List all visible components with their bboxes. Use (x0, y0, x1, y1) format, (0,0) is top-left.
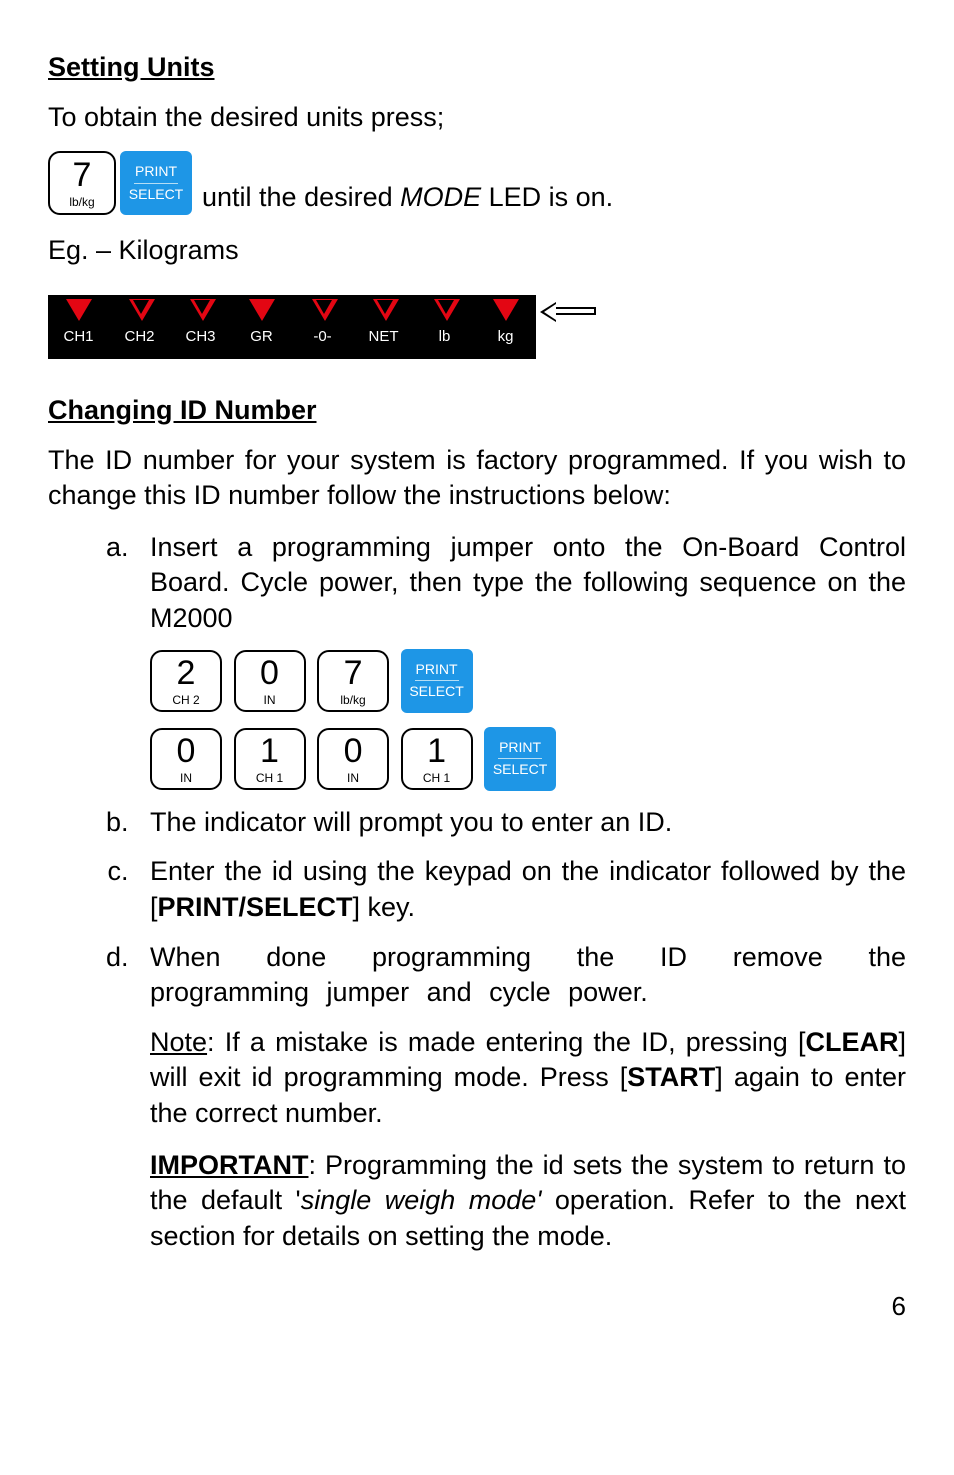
mode-led-bar: CH1 CH2 CH3 GR -0- NET lb kg (48, 295, 602, 359)
key-0-label: IN (264, 694, 276, 706)
press-sequence-line: 7 lb/kg PRINT SELECT until the desired M… (48, 151, 906, 215)
led-ch3-label: CH3 (185, 327, 215, 347)
key-0b: 0 IN (150, 728, 222, 790)
start-key-inline: START (627, 1062, 715, 1092)
led-ch1-label: CH1 (63, 327, 93, 347)
select-label-2: SELECT (409, 684, 463, 699)
led-net-label: NET (369, 327, 399, 347)
led-zero: -0- (292, 295, 353, 359)
led-ch2: CH2 (109, 295, 170, 359)
key-7b-label: lb/kg (340, 694, 365, 706)
led-ch2-label: CH2 (124, 327, 154, 347)
step-a-text: Insert a programming jumper onto the On-… (150, 532, 906, 633)
key-7-number: 7 (73, 158, 92, 192)
single-weigh-mode-inline: single weigh mode' (301, 1185, 542, 1215)
led-ch1: CH1 (48, 295, 109, 359)
heading-setting-units: Setting Units (48, 50, 906, 86)
step-a: Insert a programming jumper onto the On-… (136, 530, 906, 791)
note-text-1: : If a mistake is made entering the ID, … (207, 1027, 805, 1057)
step-d-text: When done programming the ID remove the … (150, 942, 906, 1008)
key-7-label: lb/kg (69, 196, 94, 208)
steps-list: Insert a programming jumper onto the On-… (48, 530, 906, 1011)
print-select-divider (134, 183, 178, 184)
eg-line: Eg. – Kilograms (48, 233, 906, 269)
until-post: LED is on. (481, 182, 613, 212)
note-label: Note (150, 1027, 207, 1057)
key-1b-label: CH 1 (423, 772, 450, 784)
key-1-label: CH 1 (256, 772, 283, 784)
important-label: IMPORTANT (150, 1150, 308, 1180)
key-0c-number: 0 (344, 734, 363, 768)
led-gr: GR (231, 295, 292, 359)
key-1: 1 CH 1 (234, 728, 306, 790)
led-zero-label: -0- (313, 327, 331, 347)
key-0b-label: IN (180, 772, 192, 784)
led-ch3: CH3 (170, 295, 231, 359)
step-d: When done programming the ID remove the … (136, 940, 906, 1011)
note-paragraph: Note: If a mistake is made entering the … (136, 1025, 906, 1132)
key-0b-number: 0 (177, 734, 196, 768)
key-7b: 7 lb/kg (317, 650, 389, 712)
until-text: until the desired MODE LED is on. (202, 180, 613, 216)
step-c: Enter the id using the keypad on the ind… (136, 854, 906, 925)
key-0-number: 0 (260, 656, 279, 690)
setting-units-intro: To obtain the desired units press; (48, 100, 906, 136)
pointer-arrow-icon (542, 301, 602, 325)
key-0: 0 IN (234, 650, 306, 712)
print-select-key-2: PRINT SELECT (401, 649, 473, 713)
led-kg: kg (475, 295, 536, 359)
clear-key-inline: CLEAR (805, 1027, 898, 1057)
step-b: The indicator will prompt you to enter a… (136, 805, 906, 841)
print-label-2: PRINT (416, 662, 458, 677)
key-7: 7 lb/kg (48, 151, 116, 215)
key-7b-number: 7 (344, 656, 363, 690)
step-b-text: The indicator will prompt you to enter a… (150, 807, 672, 837)
key-2-label: CH 2 (172, 694, 199, 706)
print-select-inline: PRINT/SELECT (158, 892, 353, 922)
key-0c: 0 IN (317, 728, 389, 790)
page-number: 6 (48, 1289, 906, 1323)
print-label: PRINT (135, 164, 177, 179)
print-select-key: PRINT SELECT (120, 151, 192, 215)
changing-id-intro: The ID number for your system is factory… (48, 443, 906, 514)
select-label: SELECT (129, 187, 183, 202)
heading-changing-id: Changing ID Number (48, 393, 906, 429)
key-sequence-row-1: 2 CH 2 0 IN 7 lb/kg PRINT SELECT (150, 649, 906, 713)
print-label-3: PRINT (499, 740, 541, 755)
key-1-number: 1 (260, 734, 279, 768)
step-c-post: ] key. (353, 892, 416, 922)
mode-led-strip: CH1 CH2 CH3 GR -0- NET lb kg (48, 295, 536, 359)
key-0c-label: IN (347, 772, 359, 784)
important-paragraph: IMPORTANT: Programming the id sets the s… (136, 1148, 906, 1255)
key-sequence-row-2: 0 IN 1 CH 1 0 IN 1 CH 1 PRINT SELECT (150, 727, 906, 791)
select-label-3: SELECT (493, 762, 547, 777)
key-2-number: 2 (177, 656, 196, 690)
key-2: 2 CH 2 (150, 650, 222, 712)
led-gr-label: GR (250, 327, 273, 347)
led-lb: lb (414, 295, 475, 359)
until-pre: until the desired (202, 182, 400, 212)
print-select-key-3: PRINT SELECT (484, 727, 556, 791)
key-1b-number: 1 (427, 734, 446, 768)
led-kg-label: kg (498, 327, 514, 347)
mode-word: MODE (400, 182, 481, 212)
led-net: NET (353, 295, 414, 359)
led-lb-label: lb (439, 327, 451, 347)
key-1b: 1 CH 1 (401, 728, 473, 790)
